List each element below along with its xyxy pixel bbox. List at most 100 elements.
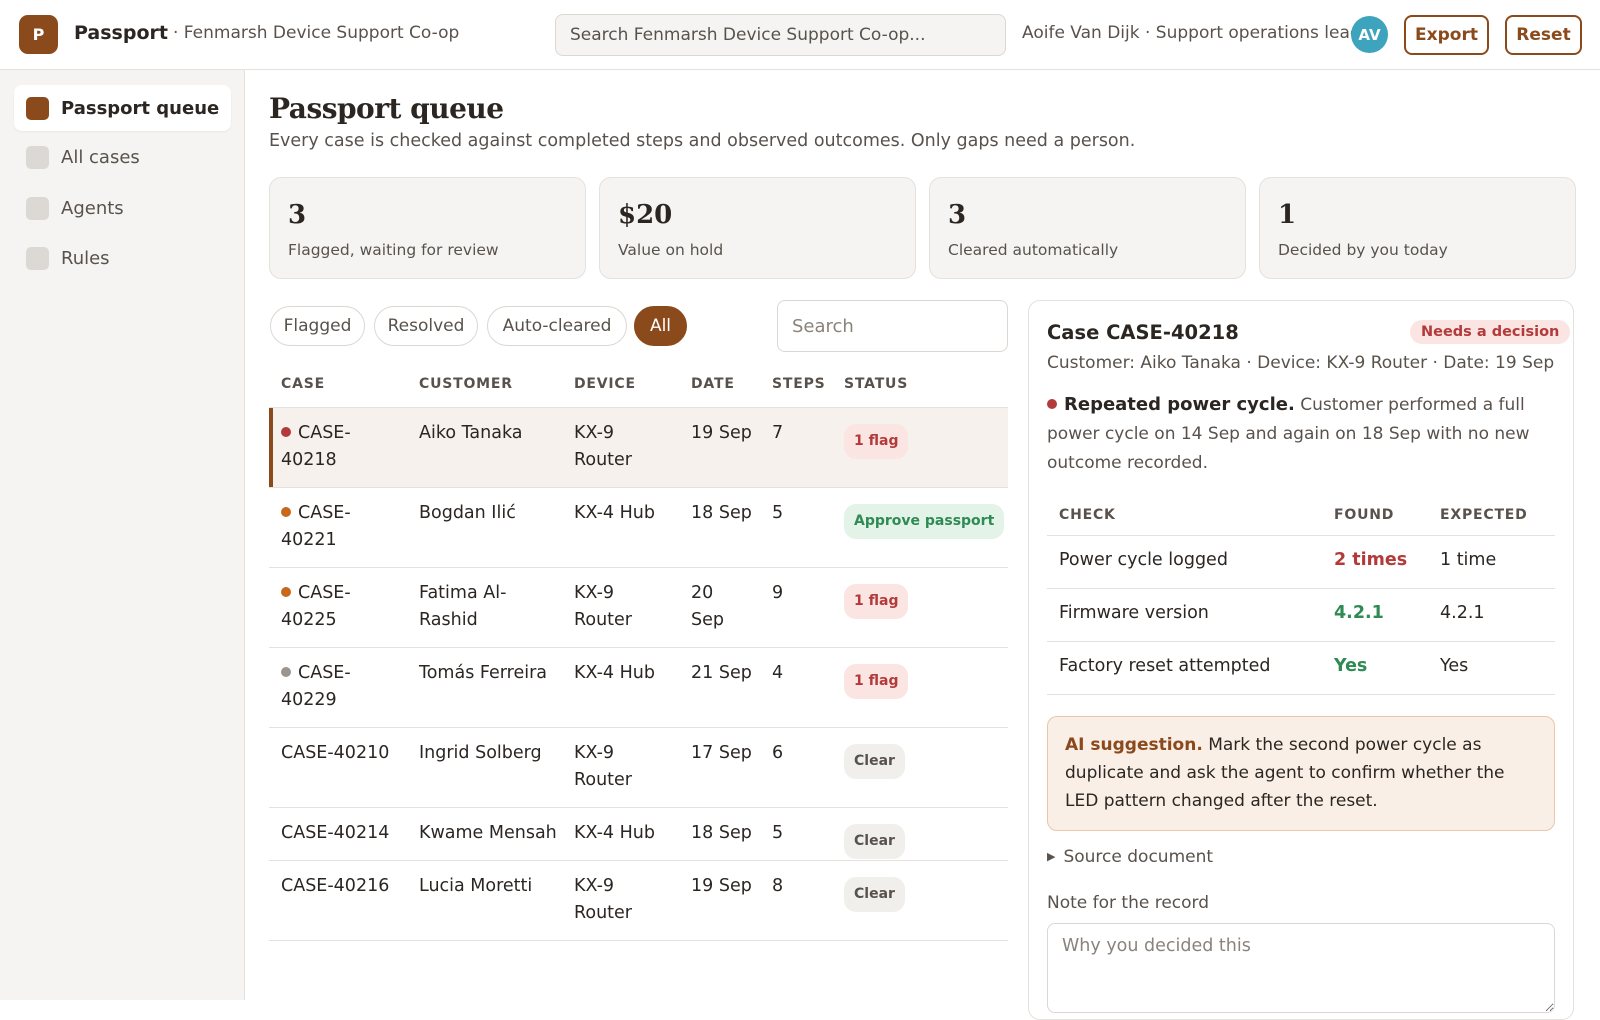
step-count: 5 — [772, 503, 784, 523]
table-row[interactable]: CASE-40214 Kwame Mensah KX-4 Hub 18 Sep 5 Cle… — [269, 808, 1008, 861]
step-count: 5 — [772, 823, 784, 843]
case-id: CASE-40214 — [281, 823, 390, 843]
case-date: 21 Sep — [691, 663, 752, 683]
step-count: 7 — [772, 423, 784, 443]
table-row[interactable]: CASE-40216 Lucia Moretti KX-9 Router 19 Sep 8… — [269, 861, 1008, 941]
step-count: 6 — [772, 743, 784, 763]
stat-value: 3 — [948, 200, 967, 230]
column-header-date[interactable]: DATE — [691, 376, 761, 392]
cases-table: CASE CUSTOMER DEVICE DATE STEPS STATUS C… — [269, 364, 1008, 941]
customer-name: Tomás Ferreira — [419, 663, 547, 683]
check-found: Yes — [1334, 656, 1368, 676]
case-meta: Customer: Aiko Tanaka · Device: KX-9 Rou… — [1047, 353, 1555, 373]
stat-card-flagged: 3 Flagged, waiting for review — [269, 177, 586, 279]
filter-resolved[interactable]: Resolved — [374, 306, 478, 346]
global-search-input[interactable] — [555, 14, 1006, 56]
reset-button[interactable]: Reset — [1505, 15, 1582, 55]
column-header-customer[interactable]: CUSTOMER — [419, 376, 569, 392]
customer-name: Kwame Mensah — [419, 823, 557, 843]
check-row: Firmware version 4.2.1 4.2.1 — [1047, 589, 1555, 642]
column-header-check: CHECK — [1059, 507, 1116, 523]
agents-icon — [26, 196, 49, 220]
app-logo: P — [19, 15, 58, 54]
stat-label: Value on hold — [618, 241, 724, 259]
sidebar-item-all-cases[interactable]: All cases — [14, 134, 231, 180]
status-cell: 1 flag — [844, 664, 909, 699]
status-badge: Clear — [844, 877, 905, 912]
status-cell: Clear — [844, 824, 905, 859]
case-id: CASE- 40229 — [281, 663, 351, 710]
check-expected: Yes — [1440, 656, 1469, 676]
priority-dot-icon — [281, 587, 291, 597]
status-badge: 1 flag — [844, 584, 909, 619]
table-row[interactable]: CASE- 40225 Fatima Al- Rashid KX-9 Router 20 Se… — [269, 568, 1008, 648]
filter-auto-cleared[interactable]: Auto-cleared — [487, 306, 627, 346]
device-name: KX-9 Router — [574, 876, 632, 923]
case-date: 19 Sep — [691, 423, 752, 443]
stat-card-decided: 1 Decided by you today — [1259, 177, 1576, 279]
device-name: KX-9 Router — [574, 583, 632, 630]
status-cell: Approve passport — [844, 504, 1005, 539]
sidebar-item-passport-queue[interactable]: Passport queue — [14, 85, 231, 131]
device-name: KX-4 Hub — [574, 823, 655, 843]
avatar[interactable]: AV — [1351, 16, 1388, 53]
sidebar-item-agents[interactable]: Agents — [14, 185, 231, 231]
check-row: Factory reset attempted Yes Yes — [1047, 642, 1555, 695]
status-cell: 1 flag — [844, 424, 909, 459]
table-row[interactable]: CASE- 40229 Tomás Ferreira KX-4 Hub 21 Sep 4 1… — [269, 648, 1008, 728]
status-cell: Clear — [844, 744, 905, 779]
priority-dot-icon — [281, 507, 291, 517]
case-id: CASE- 40218 — [281, 423, 351, 470]
filter-flagged[interactable]: Flagged — [270, 306, 365, 346]
filter-all[interactable]: All — [634, 306, 687, 346]
customer-name: Lucia Moretti — [419, 876, 533, 896]
column-header-steps[interactable]: STEPS — [772, 376, 825, 392]
step-count: 8 — [772, 876, 784, 896]
user-info: Aoife Van Dijk · Support operations lead — [1022, 23, 1361, 43]
check-expected: 1 time — [1440, 550, 1497, 570]
column-header-found: FOUND — [1334, 507, 1395, 523]
source-document-label: Source document — [1063, 847, 1214, 867]
export-button[interactable]: Export — [1404, 15, 1489, 55]
stat-label: Cleared automatically — [948, 241, 1119, 259]
app-title: Passport — [74, 22, 168, 44]
customer-name: Bogdan Ilić — [419, 503, 516, 523]
passport-queue-icon — [26, 96, 49, 120]
flag-dot-icon — [1047, 399, 1057, 409]
customer-name: Ingrid Solberg — [419, 743, 542, 763]
note-label: Note for the record — [1047, 893, 1210, 913]
sidebar-item-label: Passport queue — [61, 97, 220, 119]
table-row[interactable]: CASE-40210 Ingrid Solberg KX-9 Router 17 Sep… — [269, 728, 1008, 808]
table-row[interactable]: CASE- 40218 Aiko Tanaka KX-9 Router 19 Sep 7 1 … — [269, 408, 1008, 488]
step-count: 4 — [772, 663, 784, 683]
table-header: CASE CUSTOMER DEVICE DATE STEPS STATUS — [269, 364, 1008, 408]
sidebar-item-rules[interactable]: Rules — [14, 235, 231, 281]
stat-value: 1 — [1278, 200, 1297, 230]
flag-title: Repeated power cycle. — [1064, 394, 1295, 415]
ai-suggestion-title: AI suggestion. — [1065, 735, 1203, 755]
table-body: CASE- 40218 Aiko Tanaka KX-9 Router 19 Sep 7 1 … — [269, 408, 1008, 941]
customer-name: Fatima Al- Rashid — [419, 583, 507, 630]
stat-label: Decided by you today — [1278, 241, 1448, 259]
case-date: 17 Sep — [691, 743, 752, 763]
check-row: Power cycle logged 2 times 1 time — [1047, 536, 1555, 589]
column-header-device[interactable]: DEVICE — [574, 376, 679, 392]
case-search-input[interactable] — [777, 300, 1008, 352]
table-row[interactable]: CASE- 40221 Bogdan Ilić KX-4 Hub 18 Sep 5 Appr… — [269, 488, 1008, 568]
case-date: 19 Sep — [691, 876, 752, 896]
case-id: CASE- 40221 — [281, 503, 351, 550]
stat-card-cleared: 3 Cleared automatically — [929, 177, 1246, 279]
status-badge[interactable]: Approve passport — [844, 504, 1005, 539]
device-name: KX-9 Router — [574, 423, 632, 470]
case-date: 18 Sep — [691, 823, 752, 843]
device-name: KX-4 Hub — [574, 503, 655, 523]
column-header-status[interactable]: STATUS — [844, 376, 908, 392]
organization-name: · Fenmarsh Device Support Co-op — [173, 23, 460, 43]
source-document-toggle[interactable]: ▶ Source document — [1047, 847, 1213, 867]
sidebar: Passport queue All cases Agents Rules — [0, 70, 245, 1000]
case-id: CASE- 40225 — [281, 583, 351, 630]
column-header-case[interactable]: CASE — [281, 376, 411, 392]
sidebar-item-label: All cases — [61, 146, 140, 168]
page-subtitle: Every case is checked against completed … — [269, 131, 1136, 151]
column-header-expected: EXPECTED — [1440, 507, 1528, 523]
